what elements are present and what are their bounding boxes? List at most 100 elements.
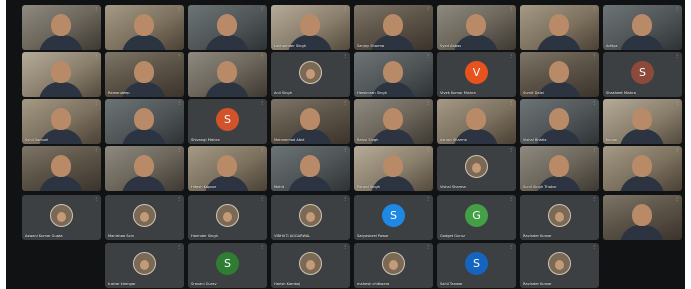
- more-options-icon[interactable]: ⋮: [509, 54, 513, 58]
- more-options-icon[interactable]: ⋮: [509, 101, 513, 105]
- participant-tile[interactable]: ⋮ Anil Singh: [271, 52, 350, 97]
- more-options-icon[interactable]: ⋮: [592, 197, 596, 201]
- participant-tile[interactable]: ⋮ Kumar: [603, 99, 682, 144]
- profile-photo-face: [223, 211, 232, 222]
- more-options-icon[interactable]: ⋮: [343, 148, 347, 152]
- participant-tile[interactable]: ⋮ Harinder Singh: [188, 195, 267, 240]
- participant-video-head: [383, 155, 403, 177]
- participant-tile[interactable]: ⋮ Mohammad Abid: [271, 99, 350, 144]
- more-options-icon[interactable]: ⋮: [343, 7, 347, 11]
- participant-tile[interactable]: G ⋮ Gadget Guruz: [437, 195, 516, 240]
- more-options-icon[interactable]: ⋮: [94, 148, 98, 152]
- participant-tile[interactable]: ⋮ Harish Kamboj: [271, 243, 350, 288]
- more-options-icon[interactable]: ⋮: [509, 148, 513, 152]
- more-options-icon[interactable]: ⋮: [343, 245, 347, 249]
- participant-tile[interactable]: ⋮ mahesh chitkaara: [354, 243, 433, 288]
- participant-tile[interactable]: ⋮: [22, 52, 101, 97]
- more-options-icon[interactable]: ⋮: [592, 54, 596, 58]
- participant-tile[interactable]: ⋮: [22, 5, 101, 50]
- more-options-icon[interactable]: ⋮: [260, 148, 264, 152]
- participant-tile[interactable]: ⋮: [188, 52, 267, 97]
- more-options-icon[interactable]: ⋮: [675, 148, 679, 152]
- participant-tile[interactable]: ⋮ Lakhwinder Singh: [271, 5, 350, 50]
- participant-tile[interactable]: ⋮: [603, 146, 682, 191]
- more-options-icon[interactable]: ⋮: [426, 197, 430, 201]
- participant-tile[interactable]: ⋮ Aditya: [603, 5, 682, 50]
- more-options-icon[interactable]: ⋮: [509, 245, 513, 249]
- more-options-icon[interactable]: ⋮: [509, 197, 513, 201]
- more-options-icon[interactable]: ⋮: [426, 54, 430, 58]
- more-options-icon[interactable]: ⋮: [260, 101, 264, 105]
- participant-tile[interactable]: S ⋮ Sravani Gurav: [188, 243, 267, 288]
- participant-video-head: [300, 108, 320, 130]
- more-options-icon[interactable]: ⋮: [177, 148, 181, 152]
- more-options-icon[interactable]: ⋮: [592, 101, 596, 105]
- more-options-icon[interactable]: ⋮: [260, 197, 264, 201]
- participant-tile[interactable]: ⋮ Aswani Kumar Gupta: [22, 195, 101, 240]
- more-options-icon[interactable]: ⋮: [592, 245, 596, 249]
- participant-tile[interactable]: S ⋮ Sahil Tanwar: [437, 243, 516, 288]
- participant-tile[interactable]: ⋮ tushar khengar: [105, 243, 184, 288]
- more-options-icon[interactable]: ⋮: [592, 7, 596, 11]
- more-options-icon[interactable]: ⋮: [675, 54, 679, 58]
- more-options-icon[interactable]: ⋮: [177, 197, 181, 201]
- more-options-icon[interactable]: ⋮: [177, 7, 181, 11]
- profile-photo-face: [57, 211, 66, 222]
- participant-name: Manishaa Soin: [108, 234, 135, 238]
- participant-tile[interactable]: ⋮ Sanjay Sharma: [354, 5, 433, 50]
- more-options-icon[interactable]: ⋮: [94, 7, 98, 11]
- more-options-icon[interactable]: ⋮: [675, 101, 679, 105]
- participant-tile[interactable]: ⋮ Manishaa Soin: [105, 195, 184, 240]
- more-options-icon[interactable]: ⋮: [343, 197, 347, 201]
- more-options-icon[interactable]: ⋮: [260, 54, 264, 58]
- more-options-icon[interactable]: ⋮: [675, 197, 679, 201]
- participant-name: Kumar: [606, 138, 618, 142]
- participant-tile[interactable]: ⋮ Ashish Sharma: [437, 99, 516, 144]
- more-options-icon[interactable]: ⋮: [177, 245, 181, 249]
- more-options-icon[interactable]: ⋮: [94, 54, 98, 58]
- more-options-icon[interactable]: ⋮: [426, 101, 430, 105]
- participant-tile[interactable]: V ⋮ Vivek Kumar Mishra: [437, 52, 516, 97]
- more-options-icon[interactable]: ⋮: [260, 245, 264, 249]
- participant-video-body: [620, 176, 664, 191]
- participant-tile[interactable]: ⋮ Mohit: [271, 146, 350, 191]
- participant-tile[interactable]: ⋮ Vishal Sharma: [437, 146, 516, 191]
- participant-tile[interactable]: ⋮ Ravinder Kumar: [520, 195, 599, 240]
- participant-tile[interactable]: ⋮: [603, 195, 682, 240]
- participant-tile[interactable]: ⋮ Vishal Bhatia: [520, 99, 599, 144]
- participant-tile[interactable]: ⋮: [105, 146, 184, 191]
- more-options-icon[interactable]: ⋮: [94, 197, 98, 201]
- more-options-icon[interactable]: ⋮: [509, 7, 513, 11]
- participant-tile[interactable]: ⋮ Sunil Singh Thakur: [520, 146, 599, 191]
- more-options-icon[interactable]: ⋮: [343, 54, 347, 58]
- participant-tile[interactable]: ⋮ Ramandeep: [105, 52, 184, 97]
- more-options-icon[interactable]: ⋮: [426, 7, 430, 11]
- participant-tile[interactable]: ⋮: [105, 99, 184, 144]
- participant-tile[interactable]: S ⋮ Satyasheel Pawar: [354, 195, 433, 240]
- participant-tile[interactable]: ⋮ VIBHUTI AGGARWAL: [271, 195, 350, 240]
- more-options-icon[interactable]: ⋮: [94, 101, 98, 105]
- participant-tile[interactable]: ⋮ Sahil Samuel: [22, 99, 101, 144]
- more-options-icon[interactable]: ⋮: [343, 101, 347, 105]
- more-options-icon[interactable]: ⋮: [260, 7, 264, 11]
- participant-tile[interactable]: S ⋮ Shasheet Mishra: [603, 52, 682, 97]
- more-options-icon[interactable]: ⋮: [177, 101, 181, 105]
- more-options-icon[interactable]: ⋮: [177, 54, 181, 58]
- more-options-icon[interactable]: ⋮: [592, 148, 596, 152]
- participant-tile[interactable]: ⋮: [520, 5, 599, 50]
- participant-tile[interactable]: ⋮: [188, 5, 267, 50]
- participant-tile[interactable]: ⋮ Rahul Singh: [354, 99, 433, 144]
- participant-tile[interactable]: ⋮ Sumit Dalal: [520, 52, 599, 97]
- participant-tile[interactable]: ⋮ Harsimran Singh: [354, 52, 433, 97]
- participant-tile[interactable]: ⋮ Ravinder Kumar: [520, 243, 599, 288]
- more-options-icon[interactable]: ⋮: [675, 7, 679, 11]
- more-options-icon[interactable]: ⋮: [426, 148, 430, 152]
- more-options-icon[interactable]: ⋮: [426, 245, 430, 249]
- participant-tile[interactable]: ⋮: [22, 146, 101, 191]
- participant-avatar: V: [465, 61, 488, 84]
- participant-tile[interactable]: ⋮: [105, 5, 184, 50]
- participant-tile[interactable]: S ⋮ Shivangi Mishra: [188, 99, 267, 144]
- participant-tile[interactable]: ⋮ Pankaj Singh: [354, 146, 433, 191]
- participant-tile[interactable]: ⋮ Syed Abbas: [437, 5, 516, 50]
- participant-tile[interactable]: ⋮ Hitesh Kapoor: [188, 146, 267, 191]
